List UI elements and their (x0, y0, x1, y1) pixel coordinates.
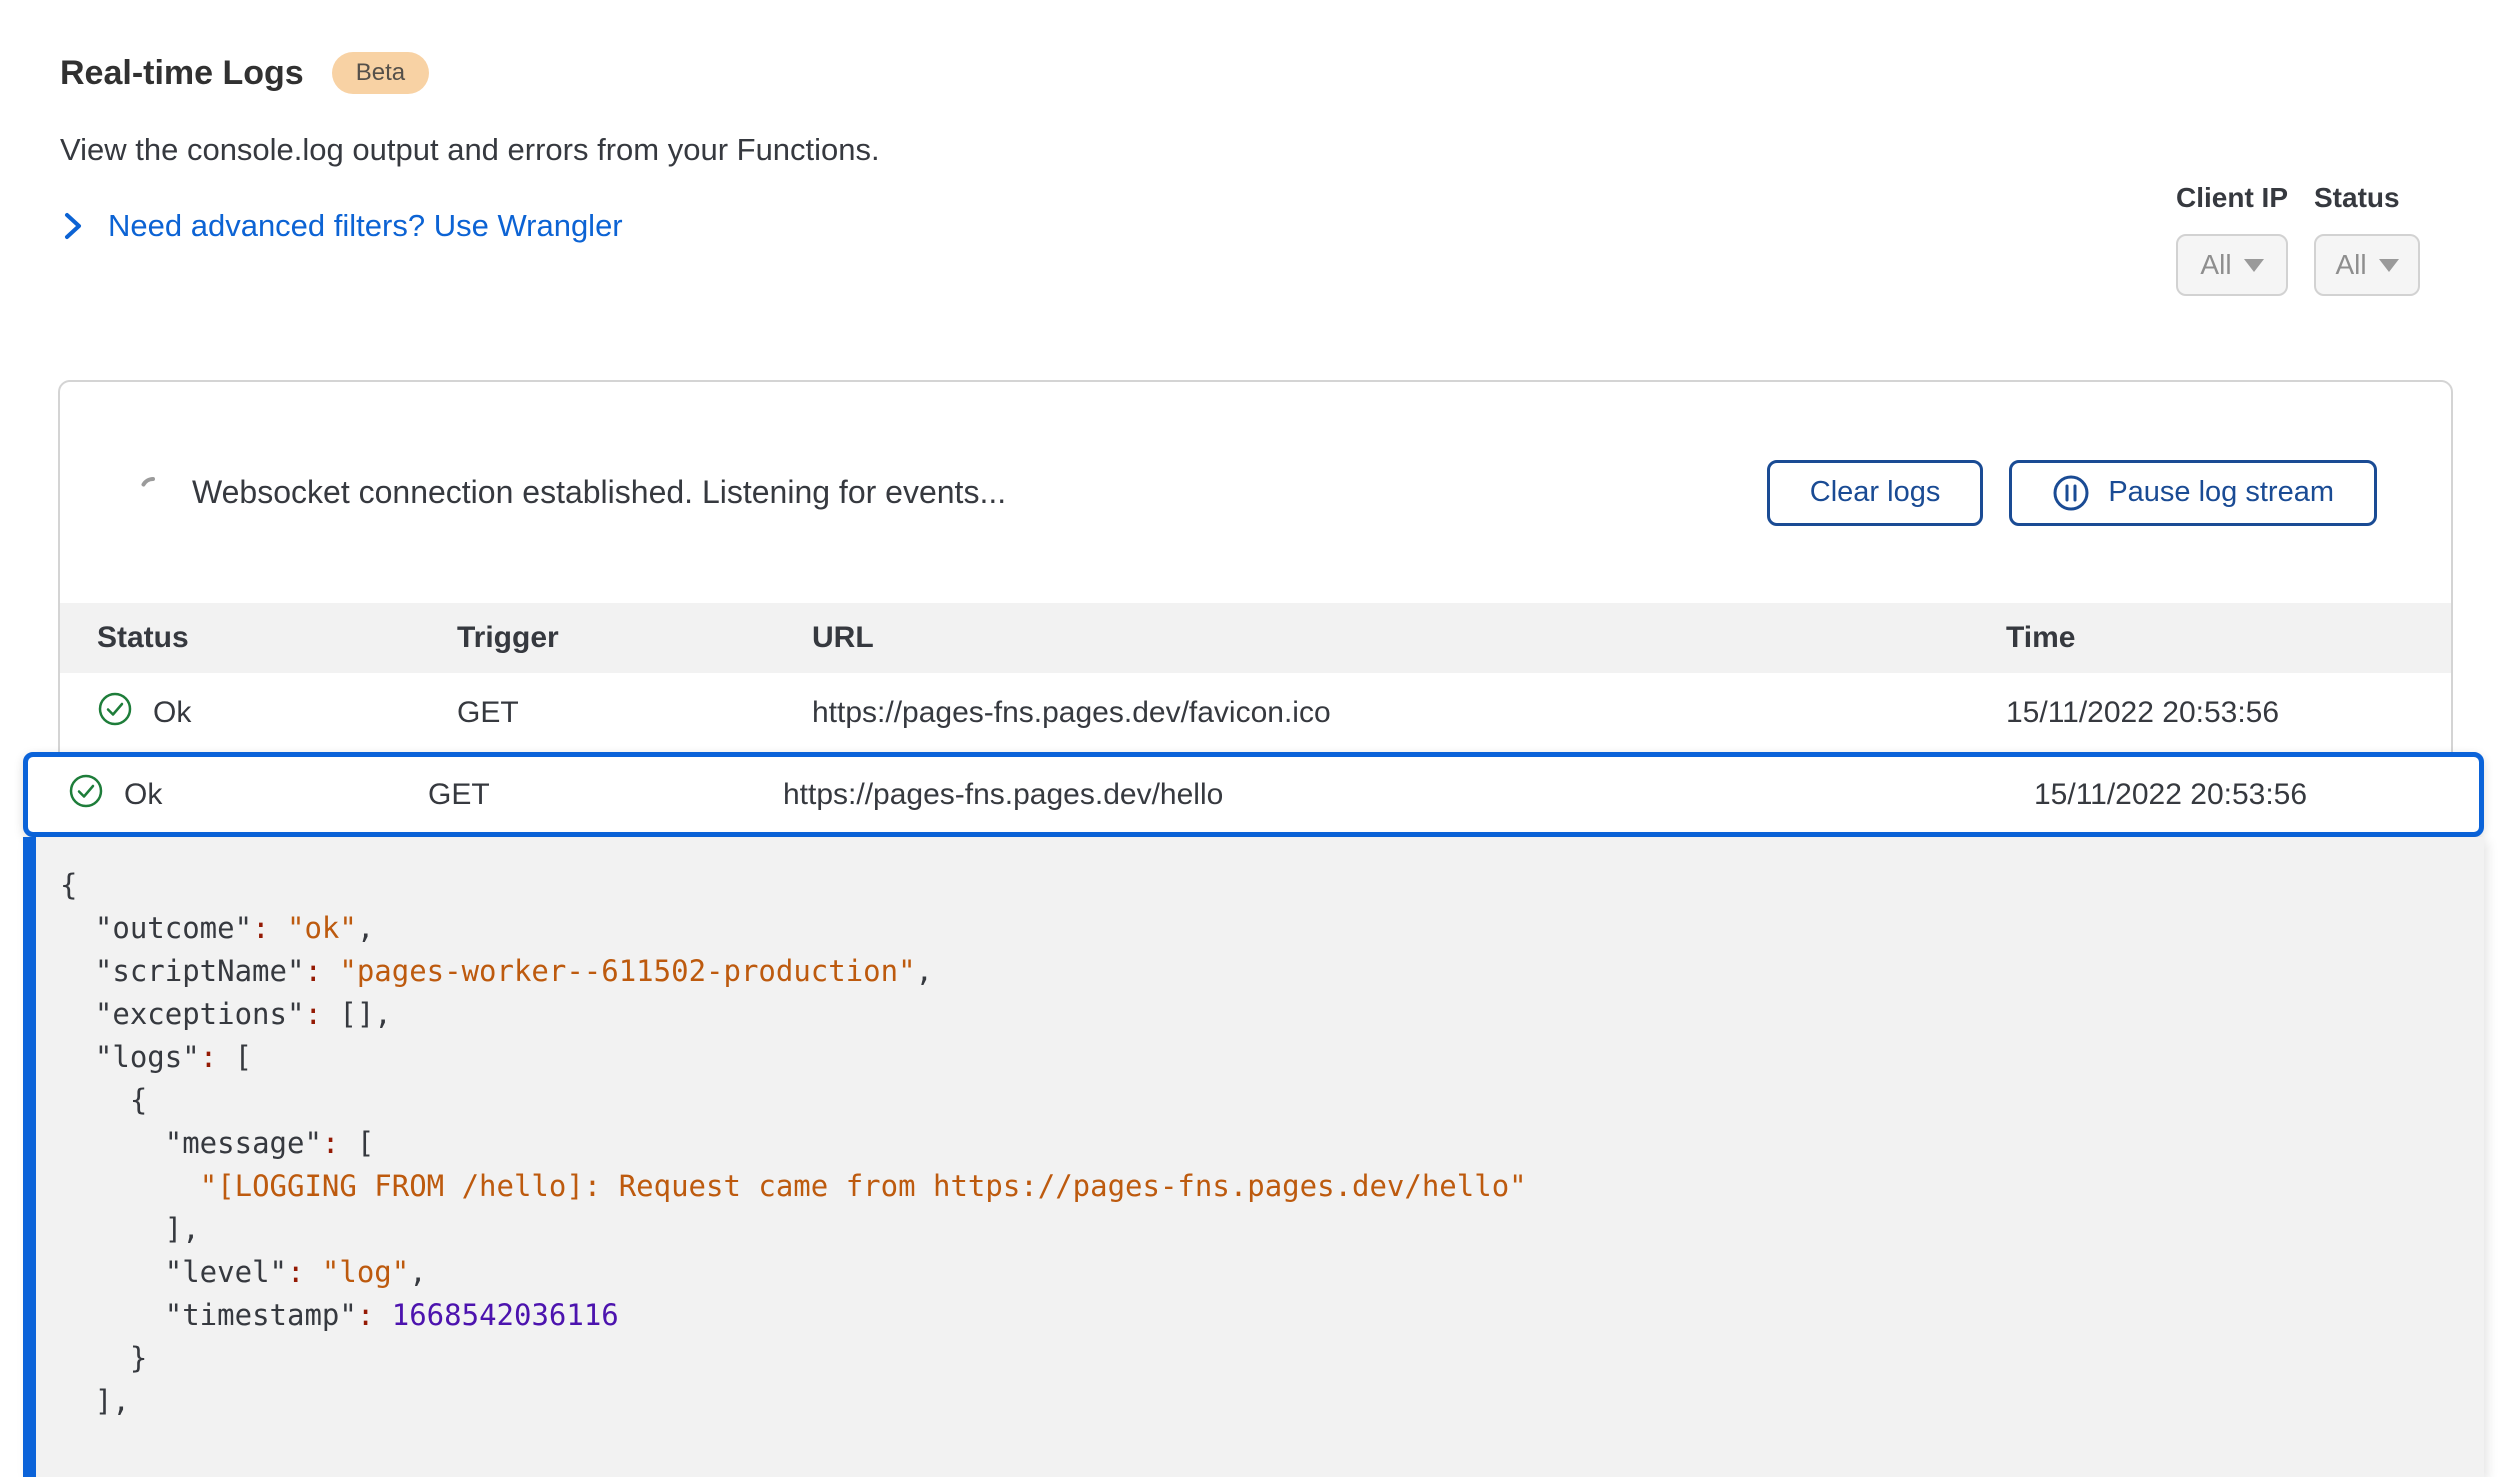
page-description: View the console.log output and errors f… (60, 132, 880, 168)
client-ip-dropdown-value: All (2200, 249, 2231, 281)
page-header: Real-time Logs Beta View the console.log… (60, 52, 880, 244)
column-header-status: Status (97, 621, 457, 655)
row-url: https://pages-fns.pages.dev/hello (783, 778, 2034, 812)
status-dropdown[interactable]: All (2314, 234, 2420, 296)
column-header-trigger: Trigger (457, 621, 812, 655)
row-url: https://pages-fns.pages.dev/favicon.ico (812, 696, 2006, 730)
row-status: Ok (124, 778, 162, 812)
connection-status-text: Websocket connection established. Listen… (192, 474, 1006, 511)
column-header-url: URL (812, 621, 2006, 655)
log-detail-panel: { "outcome": "ok", "scriptName": "pages-… (23, 837, 2484, 1477)
row-status: Ok (153, 696, 191, 730)
log-table-header: Status Trigger URL Time (60, 603, 2451, 673)
chevron-right-icon (60, 209, 86, 243)
log-json-code: { "outcome": "ok", "scriptName": "pages-… (60, 864, 2454, 1423)
page-title: Real-time Logs (60, 54, 304, 93)
expanded-log-entry: Ok GET https://pages-fns.pages.dev/hello… (23, 752, 2484, 1477)
status-ok-icon (97, 691, 133, 735)
client-ip-filter-label: Client IP (2176, 182, 2288, 214)
pause-icon (2052, 474, 2090, 512)
status-filter-label: Status (2314, 182, 2420, 214)
connection-status: Websocket connection established. Listen… (140, 474, 1006, 511)
spinner-icon (140, 474, 166, 511)
column-header-time: Time (2006, 621, 2451, 655)
pause-log-stream-label: Pause log stream (2108, 476, 2334, 509)
status-ok-icon (68, 773, 104, 817)
clear-logs-button[interactable]: Clear logs (1767, 460, 1984, 526)
row-time: 15/11/2022 20:53:56 (2006, 696, 2451, 730)
table-row-selected[interactable]: Ok GET https://pages-fns.pages.dev/hello… (23, 752, 2484, 837)
client-ip-dropdown[interactable]: All (2176, 234, 2288, 296)
clear-logs-label: Clear logs (1810, 476, 1941, 509)
log-panel-toolbar: Websocket connection established. Listen… (60, 382, 2451, 603)
table-row[interactable]: Ok GET https://pages-fns.pages.dev/favic… (60, 673, 2451, 753)
filters: Client IP All Status All (2176, 182, 2420, 296)
wrangler-link-row[interactable]: Need advanced filters? Use Wrangler (60, 208, 880, 244)
row-trigger: GET (428, 778, 783, 812)
row-trigger: GET (457, 696, 812, 730)
chevron-down-icon (2244, 259, 2264, 272)
wrangler-link[interactable]: Need advanced filters? Use Wrangler (108, 208, 623, 244)
row-time: 15/11/2022 20:53:56 (2034, 778, 2479, 812)
chevron-down-icon (2379, 259, 2399, 272)
pause-log-stream-button[interactable]: Pause log stream (2009, 460, 2377, 526)
beta-badge: Beta (332, 52, 429, 94)
status-dropdown-value: All (2335, 249, 2366, 281)
